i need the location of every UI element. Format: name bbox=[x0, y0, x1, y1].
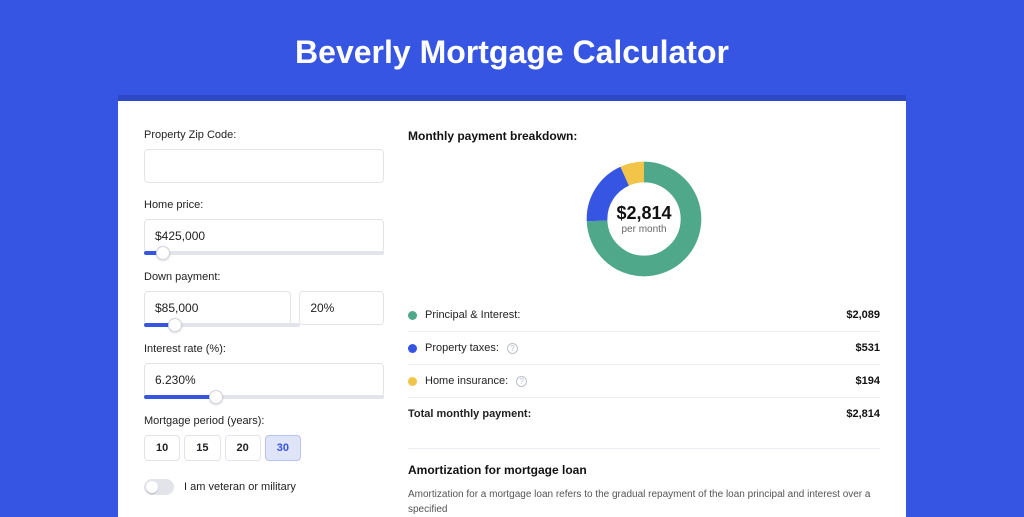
period-button-20[interactable]: 20 bbox=[225, 435, 261, 461]
breakdown-column: Monthly payment breakdown: $2,814 per mo… bbox=[408, 129, 880, 517]
period-button-10[interactable]: 10 bbox=[144, 435, 180, 461]
legend-list: Principal & Interest: $2,089 Property taxe… bbox=[408, 299, 880, 398]
legend-row: Property taxes:? $531 bbox=[408, 332, 880, 365]
amortization-title: Amortization for mortgage loan bbox=[408, 463, 880, 477]
veteran-toggle[interactable] bbox=[144, 479, 174, 495]
legend-value: $2,089 bbox=[846, 309, 880, 321]
veteran-label: I am veteran or military bbox=[184, 481, 296, 493]
down-payment-label: Down payment: bbox=[144, 271, 384, 283]
help-icon[interactable]: ? bbox=[507, 343, 518, 354]
form-column: Property Zip Code: Home price: Down paym… bbox=[144, 129, 384, 517]
legend-label: Principal & Interest: bbox=[425, 309, 520, 321]
period-label: Mortgage period (years): bbox=[144, 415, 384, 427]
down-payment-percent-input[interactable] bbox=[299, 291, 384, 325]
interest-slider[interactable] bbox=[144, 395, 384, 399]
interest-field-group: Interest rate (%): bbox=[144, 343, 384, 399]
slider-fill bbox=[144, 395, 216, 399]
page-title: Beverly Mortgage Calculator bbox=[0, 0, 1024, 95]
period-button-30[interactable]: 30 bbox=[265, 435, 301, 461]
zip-field-group: Property Zip Code: bbox=[144, 129, 384, 183]
amortization-text: Amortization for a mortgage loan refers … bbox=[408, 487, 880, 517]
legend-row: Principal & Interest: $2,089 bbox=[408, 299, 880, 332]
help-icon[interactable]: ? bbox=[516, 376, 527, 387]
donut-chart-wrap: $2,814 per month bbox=[408, 157, 880, 281]
card-shadow: Property Zip Code: Home price: Down paym… bbox=[118, 95, 906, 517]
interest-input[interactable] bbox=[144, 363, 384, 397]
period-buttons: 10152030 bbox=[144, 435, 384, 461]
donut-chart: $2,814 per month bbox=[582, 157, 706, 281]
down-payment-slider[interactable] bbox=[144, 323, 300, 327]
down-payment-amount-input[interactable] bbox=[144, 291, 291, 325]
total-payment-row: Total monthly payment: $2,814 bbox=[408, 397, 880, 430]
down-payment-field-group: Down payment: bbox=[144, 271, 384, 327]
home-price-field-group: Home price: bbox=[144, 199, 384, 255]
donut-value: $2,814 bbox=[616, 203, 671, 224]
home-price-label: Home price: bbox=[144, 199, 384, 211]
legend-dot-icon bbox=[408, 344, 417, 353]
slider-thumb[interactable] bbox=[156, 246, 170, 260]
veteran-toggle-row: I am veteran or military bbox=[144, 479, 384, 495]
total-value: $2,814 bbox=[846, 408, 880, 420]
total-label: Total monthly payment: bbox=[408, 408, 531, 420]
donut-center: $2,814 per month bbox=[582, 157, 706, 281]
interest-label: Interest rate (%): bbox=[144, 343, 384, 355]
home-price-slider[interactable] bbox=[144, 251, 384, 255]
legend-dot-icon bbox=[408, 377, 417, 386]
legend-dot-icon bbox=[408, 311, 417, 320]
legend-value: $531 bbox=[856, 342, 880, 354]
legend-value: $194 bbox=[856, 375, 880, 387]
period-button-15[interactable]: 15 bbox=[184, 435, 220, 461]
slider-thumb[interactable] bbox=[209, 390, 223, 404]
zip-input[interactable] bbox=[144, 149, 384, 183]
legend-label: Property taxes: bbox=[425, 342, 499, 354]
amortization-section: Amortization for mortgage loan Amortizat… bbox=[408, 448, 880, 517]
home-price-input[interactable] bbox=[144, 219, 384, 253]
breakdown-heading: Monthly payment breakdown: bbox=[408, 129, 880, 143]
slider-thumb[interactable] bbox=[168, 318, 182, 332]
zip-label: Property Zip Code: bbox=[144, 129, 384, 141]
toggle-knob bbox=[146, 481, 158, 493]
legend-row: Home insurance:? $194 bbox=[408, 365, 880, 398]
donut-sub: per month bbox=[621, 224, 666, 235]
calculator-card: Property Zip Code: Home price: Down paym… bbox=[118, 101, 906, 517]
period-field-group: Mortgage period (years): 10152030 bbox=[144, 415, 384, 461]
legend-label: Home insurance: bbox=[425, 375, 508, 387]
